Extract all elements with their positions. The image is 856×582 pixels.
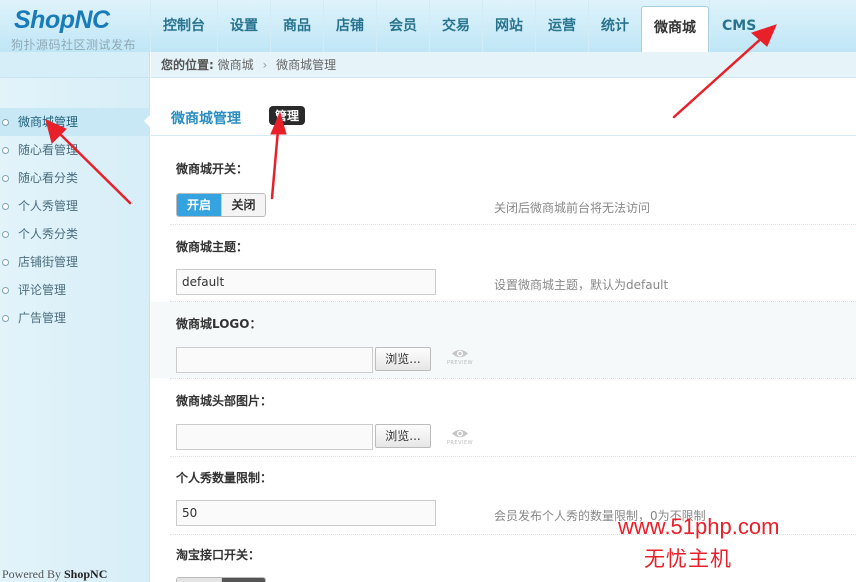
header-image-file-field[interactable] [176,424,373,450]
nav-micro-mall[interactable]: 微商城 [641,6,709,52]
sidebar-item-show-category[interactable]: 个人秀分类 [0,220,150,248]
sidebar-item-store-street[interactable]: 店铺街管理 [0,248,150,276]
header-image-browse-button[interactable]: 浏览... [375,424,431,448]
powered-by: Powered By ShopNC [0,567,150,582]
breadcrumb-level1[interactable]: 微商城 [218,58,254,72]
left-sidebar: 微商城管理 随心看管理 随心看分类 个人秀管理 个人秀分类 店铺街管理 评论管理… [0,52,150,582]
logo-browse-button[interactable]: 浏览... [375,347,431,371]
shopnc-logo[interactable]: ShopNC 狗扑源码社区测试发布 [0,0,150,52]
logo-label: 微商城LOGO： [176,317,262,331]
row-divider [170,224,856,225]
top-header: ShopNC 狗扑源码社区测试发布 控制台 设置 商品 店铺 会员 交易 网站 … [0,0,856,52]
micro-mall-switch: 开启 关闭 [176,193,266,217]
powered-brand: ShopNC [64,567,108,581]
eye-icon [452,429,468,438]
sidebar-item-browse-category[interactable]: 随心看分类 [0,164,150,192]
taobao-switch [176,577,266,582]
eye-icon [452,349,468,358]
nav-cms[interactable]: CMS [709,0,768,52]
sidebar-item-micro-mall-manage[interactable]: 微商城管理 [0,108,150,136]
row-divider [170,456,856,457]
sidebar-header [0,52,149,78]
nav-website[interactable]: 网站 [482,0,535,52]
sidebar-item-ads[interactable]: 广告管理 [0,304,150,332]
watermark-brand: 无忧主机 [644,547,732,571]
logo-wordmark: ShopNC [14,6,110,35]
watermark-url: www.51php.com [618,514,780,539]
switch-on-button[interactable]: 开启 [177,194,221,216]
sidebar-item-show-manage[interactable]: 个人秀管理 [0,192,150,220]
top-nav: 控制台 设置 商品 店铺 会员 交易 网站 运营 统计 微商城 CMS [150,0,768,52]
theme-label: 微商城主题： [176,240,249,254]
taobao-switch-off[interactable] [221,578,265,582]
page-title: 微商城管理 [171,111,241,127]
logo-file-field[interactable] [176,347,373,373]
logo-shop-text: Shop [14,6,75,34]
nav-statistics[interactable]: 统计 [588,0,641,52]
nav-trade[interactable]: 交易 [429,0,482,52]
breadcrumb: 您的位置: 微商城 › 微商城管理 [151,52,856,78]
preview-label: PREVIEW [446,440,474,446]
header-image-preview[interactable]: PREVIEW [446,428,474,446]
nav-operation[interactable]: 运营 [535,0,588,52]
row-divider [170,378,856,379]
breadcrumb-prefix: 您的位置: [161,58,214,72]
taobao-switch-on[interactable] [177,578,221,582]
nav-dashboard[interactable]: 控制台 [150,0,217,52]
logo-preview[interactable]: PREVIEW [446,348,474,366]
active-item-pointer [144,114,151,128]
switch-off-button[interactable]: 关闭 [221,194,265,216]
show-limit-input[interactable]: 50 [176,500,436,526]
header-image-label: 微商城头部图片： [176,394,273,408]
breadcrumb-separator: › [262,58,268,72]
main-title-row: 微商城管理 管理 [144,78,856,136]
sidebar-menu: 微商城管理 随心看管理 随心看分类 个人秀管理 个人秀分类 店铺街管理 评论管理… [0,108,150,332]
nav-member[interactable]: 会员 [376,0,429,52]
logo-nc-text: NC [74,6,111,34]
theme-hint: 设置微商城主题，默认为default [494,278,669,292]
preview-label: PREVIEW [446,360,474,366]
logo-subtitle: 狗扑源码社区测试发布 [11,38,137,52]
nav-store[interactable]: 店铺 [323,0,376,52]
taobao-switch-label: 淘宝接口开关： [176,548,261,562]
row-divider [170,301,856,302]
tab-manage[interactable]: 管理 [269,106,306,125]
powered-prefix: Powered By [2,567,64,581]
nav-settings[interactable]: 设置 [217,0,270,52]
breadcrumb-level2: 微商城管理 [276,58,337,72]
switch-hint: 关闭后微商城前台将无法访问 [494,201,651,215]
show-limit-label: 个人秀数量限制： [176,471,273,485]
arrow-to-tab [270,128,280,200]
sidebar-item-comments[interactable]: 评论管理 [0,276,150,304]
switch-label: 微商城开关： [176,162,249,176]
theme-input[interactable]: default [176,269,436,295]
sidebar-item-browse-manage[interactable]: 随心看管理 [0,136,150,164]
nav-goods[interactable]: 商品 [270,0,323,52]
